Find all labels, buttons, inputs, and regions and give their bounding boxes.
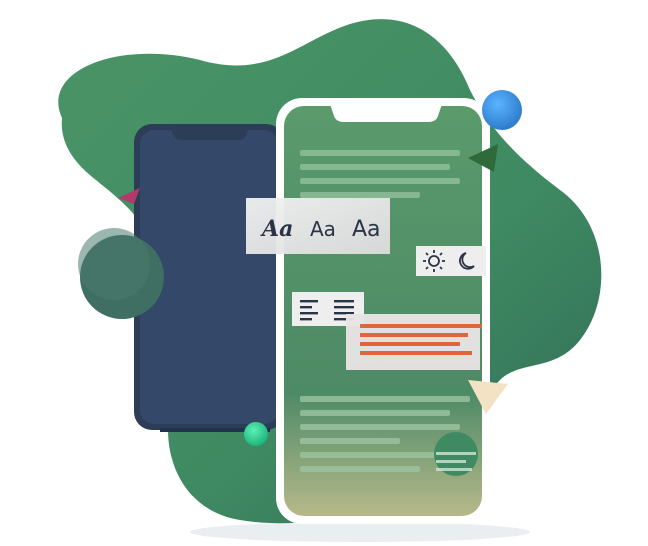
font-sample-large: Aa: [352, 217, 381, 242]
typography-panel: Aa Aa Aa: [246, 198, 390, 254]
font-sample-regular: Aa: [310, 217, 336, 241]
app-customization-illustration: Aa Aa Aa: [58, 19, 602, 542]
decor-ball-blue: [482, 90, 522, 130]
back-phone-notch: [170, 126, 250, 140]
theme-toggle-panel: [416, 246, 486, 276]
decor-ball-mint: [244, 422, 268, 446]
front-phone-notch: [330, 104, 442, 122]
highlight-panel: [346, 314, 482, 370]
font-sample-bold-italic: Aa: [260, 216, 293, 242]
ground-shadow: [190, 522, 530, 542]
